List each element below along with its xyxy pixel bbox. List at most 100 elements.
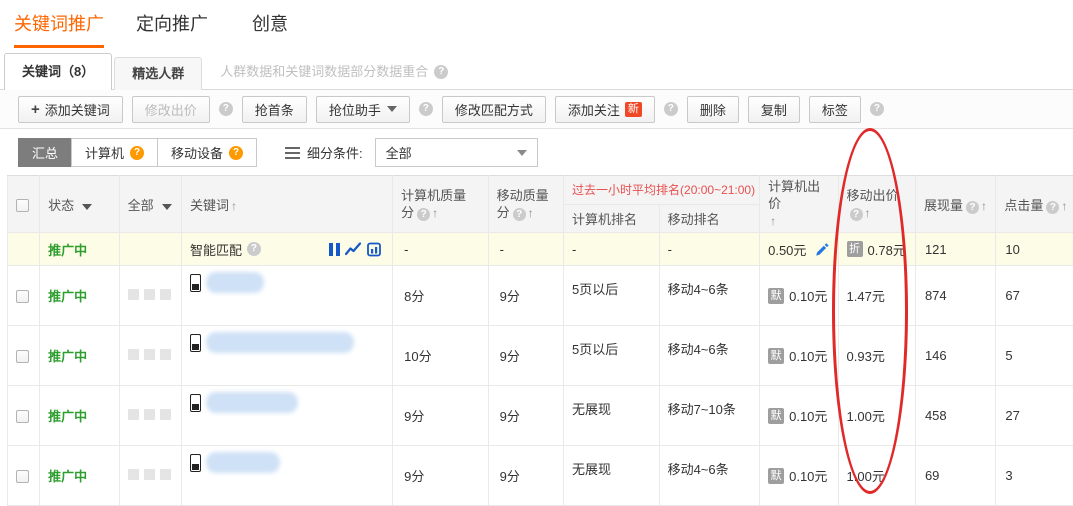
help-icon[interactable]: ? [219,102,233,116]
tab-keyword-promotion[interactable]: 关键词推广 [14,10,104,48]
clicks-value: 27 [996,386,1073,446]
sort-asc-icon[interactable]: ↑ [432,206,438,220]
mobile-quality-value: - [488,233,563,266]
mobile-rank-value: - [659,233,760,266]
col-mobile-quality[interactable]: 移动质量分?↑ [488,176,563,233]
list-icon [285,144,300,162]
help-icon[interactable]: ? [247,242,261,256]
delete-button[interactable]: 删除 [687,96,739,123]
edit-pencil-icon[interactable] [815,242,830,257]
status-badge: 推广中 [48,469,87,484]
grab-assistant-button[interactable]: 抢位助手 [316,96,410,123]
sort-asc-icon[interactable]: ↑ [981,199,987,213]
pc-quality-value: 9分 [393,446,489,506]
pc-bid-value: 0.10元 [789,406,827,425]
help-icon[interactable]: ? [434,65,448,79]
segment-computer[interactable]: 计算机? [71,138,158,167]
help-icon[interactable]: ? [229,146,243,160]
mobile-quality-value: 9分 [488,326,563,386]
pc-bid-value: 0.10元 [789,466,827,485]
col-keyword[interactable]: 关键词↑ [181,176,392,233]
new-badge: 新 [625,102,642,117]
help-icon[interactable]: ? [419,102,433,116]
help-icon[interactable]: ? [513,208,526,221]
impressions-value: 874 [915,266,995,326]
add-keyword-button[interactable]: +添加关键词 [18,96,123,123]
sort-asc-icon[interactable]: ↑ [770,214,776,228]
summary-row: 推广中 智能匹配 ? - - - - 0.50元 [8,233,1073,266]
device-segment-control: 汇总 计算机? 移动设备? [18,138,257,167]
row-checkbox[interactable] [16,290,29,303]
blurred-platform-icons [128,289,171,300]
col-status[interactable]: 状态 [40,176,119,233]
help-icon[interactable]: ? [417,208,430,221]
mobile-rank-value: 移动4~6条 [659,326,760,386]
trend-chart-icon[interactable] [345,242,362,256]
blurred-platform-icons [128,409,171,420]
col-all[interactable]: 全部 [119,176,181,233]
help-icon[interactable]: ? [130,146,144,160]
select-all-checkbox[interactable] [16,199,29,212]
report-icon[interactable] [367,242,382,257]
pc-rank-value: 5页以后 [564,266,660,326]
table-row: 推广中 9分 9分 无展现 移动7~10条 默0.10元 1.00元 458 2… [8,386,1073,446]
pc-rank-value: 无展现 [564,386,660,446]
filter-bar: 汇总 计算机? 移动设备? 细分条件: 全部 [18,138,538,167]
modify-match-button[interactable]: 修改匹配方式 [442,96,546,123]
help-icon[interactable]: ? [850,208,863,221]
help-icon[interactable]: ? [966,201,979,214]
mobile-phone-icon [190,454,201,472]
col-clicks[interactable]: 点击量?↑ [996,176,1073,233]
col-pc-bid[interactable]: 计算机出价↑ [760,176,838,233]
chevron-down-icon [387,106,397,112]
main-tabs: 关键词推广 定向推广 创意 [14,10,332,48]
segment-condition-select[interactable]: 全部 [375,138,538,167]
sort-asc-icon[interactable]: ↑ [528,206,534,220]
help-icon[interactable]: ? [664,102,678,116]
blurred-platform-icons [128,349,171,360]
tab-creative[interactable]: 创意 [252,10,288,45]
mobile-phone-icon [190,394,201,412]
clicks-value: 67 [996,266,1073,326]
row-checkbox[interactable] [16,470,29,483]
status-badge: 推广中 [48,349,87,364]
plus-icon: + [31,101,40,118]
col-impressions[interactable]: 展现量?↑ [915,176,995,233]
copy-button[interactable]: 复制 [748,96,800,123]
grab-first-button[interactable]: 抢首条 [242,96,307,123]
sort-asc-icon[interactable]: ↑ [231,199,237,213]
help-icon[interactable]: ? [1046,201,1059,214]
mobile-quality-value: 9分 [488,386,563,446]
impressions-value: 146 [915,326,995,386]
tab-targeted-promotion[interactable]: 定向推广 [136,10,208,45]
col-mobile-bid[interactable]: 移动出价?↑ [838,176,915,233]
pc-bid-value: 0.10元 [789,286,827,305]
tab-selected-audience[interactable]: 精选人群 [114,57,202,90]
modify-bid-button[interactable]: 修改出价 [132,96,210,123]
pause-icon[interactable] [329,243,340,256]
clicks-value: 10 [996,233,1073,266]
blurred-keyword [206,392,298,413]
row-checkbox[interactable] [16,410,29,423]
sort-asc-icon[interactable]: ↑ [865,206,871,220]
add-watch-button[interactable]: 添加关注新 [555,96,655,123]
help-icon[interactable]: ? [870,102,884,116]
audience-data-note: 人群数据和关键词数据部分数据重合 [220,61,428,80]
impressions-value: 121 [915,233,995,266]
default-bid-badge: 默 [768,468,784,484]
tab-keywords[interactable]: 关键词（8） [4,53,112,90]
default-bid-badge: 默 [768,408,784,424]
chevron-down-icon [82,204,92,210]
segment-mobile[interactable]: 移动设备? [157,138,257,167]
tag-button[interactable]: 标签 [809,96,861,123]
toolbar: +添加关键词 修改出价 ? 抢首条 抢位助手 ? 修改匹配方式 添加关注新 ? … [0,90,1073,129]
chevron-down-icon [162,204,172,210]
mobile-phone-icon [190,274,201,292]
pc-quality-value: 10分 [393,326,489,386]
col-pc-quality[interactable]: 计算机质量分?↑ [393,176,489,233]
default-bid-badge: 默 [768,348,784,364]
segment-summary[interactable]: 汇总 [18,138,72,167]
pc-quality-value: - [393,233,489,266]
sort-asc-icon[interactable]: ↑ [1061,199,1067,213]
row-checkbox[interactable] [16,350,29,363]
